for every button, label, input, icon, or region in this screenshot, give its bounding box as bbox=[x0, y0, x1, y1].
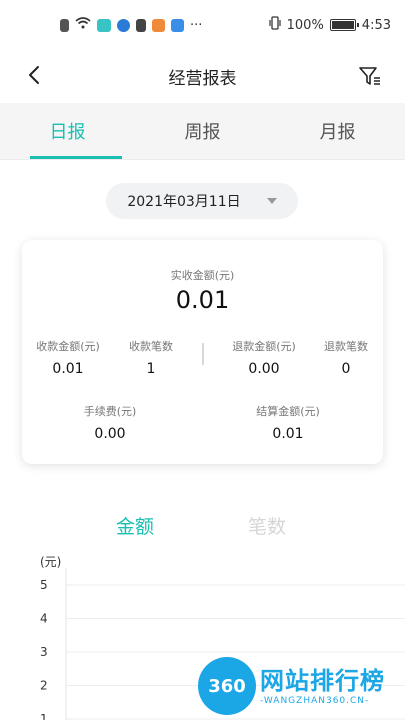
chart-tabs: 金额 笔数 bbox=[0, 512, 405, 542]
settle-stat: 结算金额(元) 0.01 bbox=[240, 403, 336, 442]
mail-notification-icon bbox=[171, 18, 184, 32]
real-income-value: 0.01 bbox=[175, 286, 230, 314]
y-tick-label: 4 bbox=[40, 612, 48, 626]
collected-amount-label: 收款金额(元) bbox=[36, 340, 100, 353]
collected-count-stat: 收款笔数 1 bbox=[114, 338, 188, 377]
date-value: 2021年03月11日 bbox=[127, 194, 241, 210]
collected-count-label: 收款笔数 bbox=[129, 340, 173, 353]
tab-weekly[interactable]: 周报 bbox=[135, 103, 270, 159]
fee-label: 手续费(元) bbox=[83, 405, 137, 418]
browser-notification-icon bbox=[117, 18, 130, 32]
summary-card: 实收金额(元) 0.01 收款金额(元) 0.01 收款笔数 1 退款金额(元)… bbox=[22, 240, 383, 464]
y-tick-label: 3 bbox=[40, 645, 48, 659]
fee-value: 0.00 bbox=[94, 426, 126, 442]
collected-count-value: 1 bbox=[146, 361, 156, 377]
wifi-icon bbox=[75, 17, 91, 33]
more-notifications-icon: ··· bbox=[190, 17, 203, 33]
tab-monthly[interactable]: 月报 bbox=[270, 103, 405, 159]
battery-fill bbox=[331, 21, 354, 29]
date-picker[interactable]: 2021年03月11日 bbox=[106, 183, 298, 219]
app-notification-icon bbox=[97, 18, 111, 32]
message-notification-icon bbox=[152, 18, 165, 32]
refund-amount-label: 退款金额(元) bbox=[232, 340, 296, 353]
status-icons: ··· bbox=[60, 17, 202, 33]
vibrate-icon bbox=[269, 16, 281, 34]
y-tick-label: 1 bbox=[40, 712, 48, 720]
refund-count-stat: 退款笔数 0 bbox=[312, 338, 380, 377]
filter-icon bbox=[359, 67, 380, 85]
battery-percent: 100% bbox=[286, 17, 324, 33]
fee-stat: 手续费(元) 0.00 bbox=[62, 403, 158, 442]
tab-amount[interactable]: 金额 bbox=[116, 512, 154, 539]
filter-button[interactable] bbox=[357, 63, 383, 89]
collected-amount-stat: 收款金额(元) 0.01 bbox=[22, 338, 114, 377]
y-tick-label: 5 bbox=[40, 578, 48, 592]
refund-count-label: 退款笔数 bbox=[324, 340, 368, 353]
watermark: 360 网站排行榜 -WANGZHAN360.CN- bbox=[196, 655, 405, 720]
sim-icon bbox=[60, 18, 69, 32]
watermark-logo: 360 bbox=[198, 657, 256, 715]
clock: 4:53 bbox=[361, 17, 391, 33]
battery-icon bbox=[329, 19, 359, 31]
status-right: 100% 4:53 bbox=[269, 16, 391, 34]
settle-label: 结算金额(元) bbox=[256, 405, 320, 418]
back-button[interactable] bbox=[22, 63, 46, 87]
refund-amount-stat: 退款金额(元) 0.00 bbox=[216, 338, 312, 377]
nav-bar: 经营报表 bbox=[0, 50, 405, 102]
real-income-label: 实收金额(元) bbox=[170, 269, 235, 282]
refund-count-value: 0 bbox=[341, 361, 351, 377]
report-tabs: 日报 周报 月报 bbox=[0, 103, 405, 160]
y-tick-label: 2 bbox=[40, 679, 48, 693]
refund-amount-value: 0.00 bbox=[248, 361, 280, 377]
collected-amount-value: 0.01 bbox=[52, 361, 84, 377]
tab-daily[interactable]: 日报 bbox=[0, 103, 135, 159]
info-notification-icon bbox=[136, 18, 146, 32]
watermark-subtext: -WANGZHAN360.CN- bbox=[260, 696, 370, 706]
settle-value: 0.01 bbox=[272, 426, 304, 442]
caret-down-icon bbox=[266, 198, 277, 204]
page-title: 经营报表 bbox=[168, 68, 237, 89]
divider bbox=[202, 343, 204, 365]
status-bar: ··· 100% 4:53 bbox=[0, 0, 405, 50]
watermark-text: 网站排行榜 bbox=[260, 667, 385, 695]
chevron-left-icon bbox=[29, 66, 39, 84]
tab-count[interactable]: 笔数 bbox=[248, 512, 286, 539]
